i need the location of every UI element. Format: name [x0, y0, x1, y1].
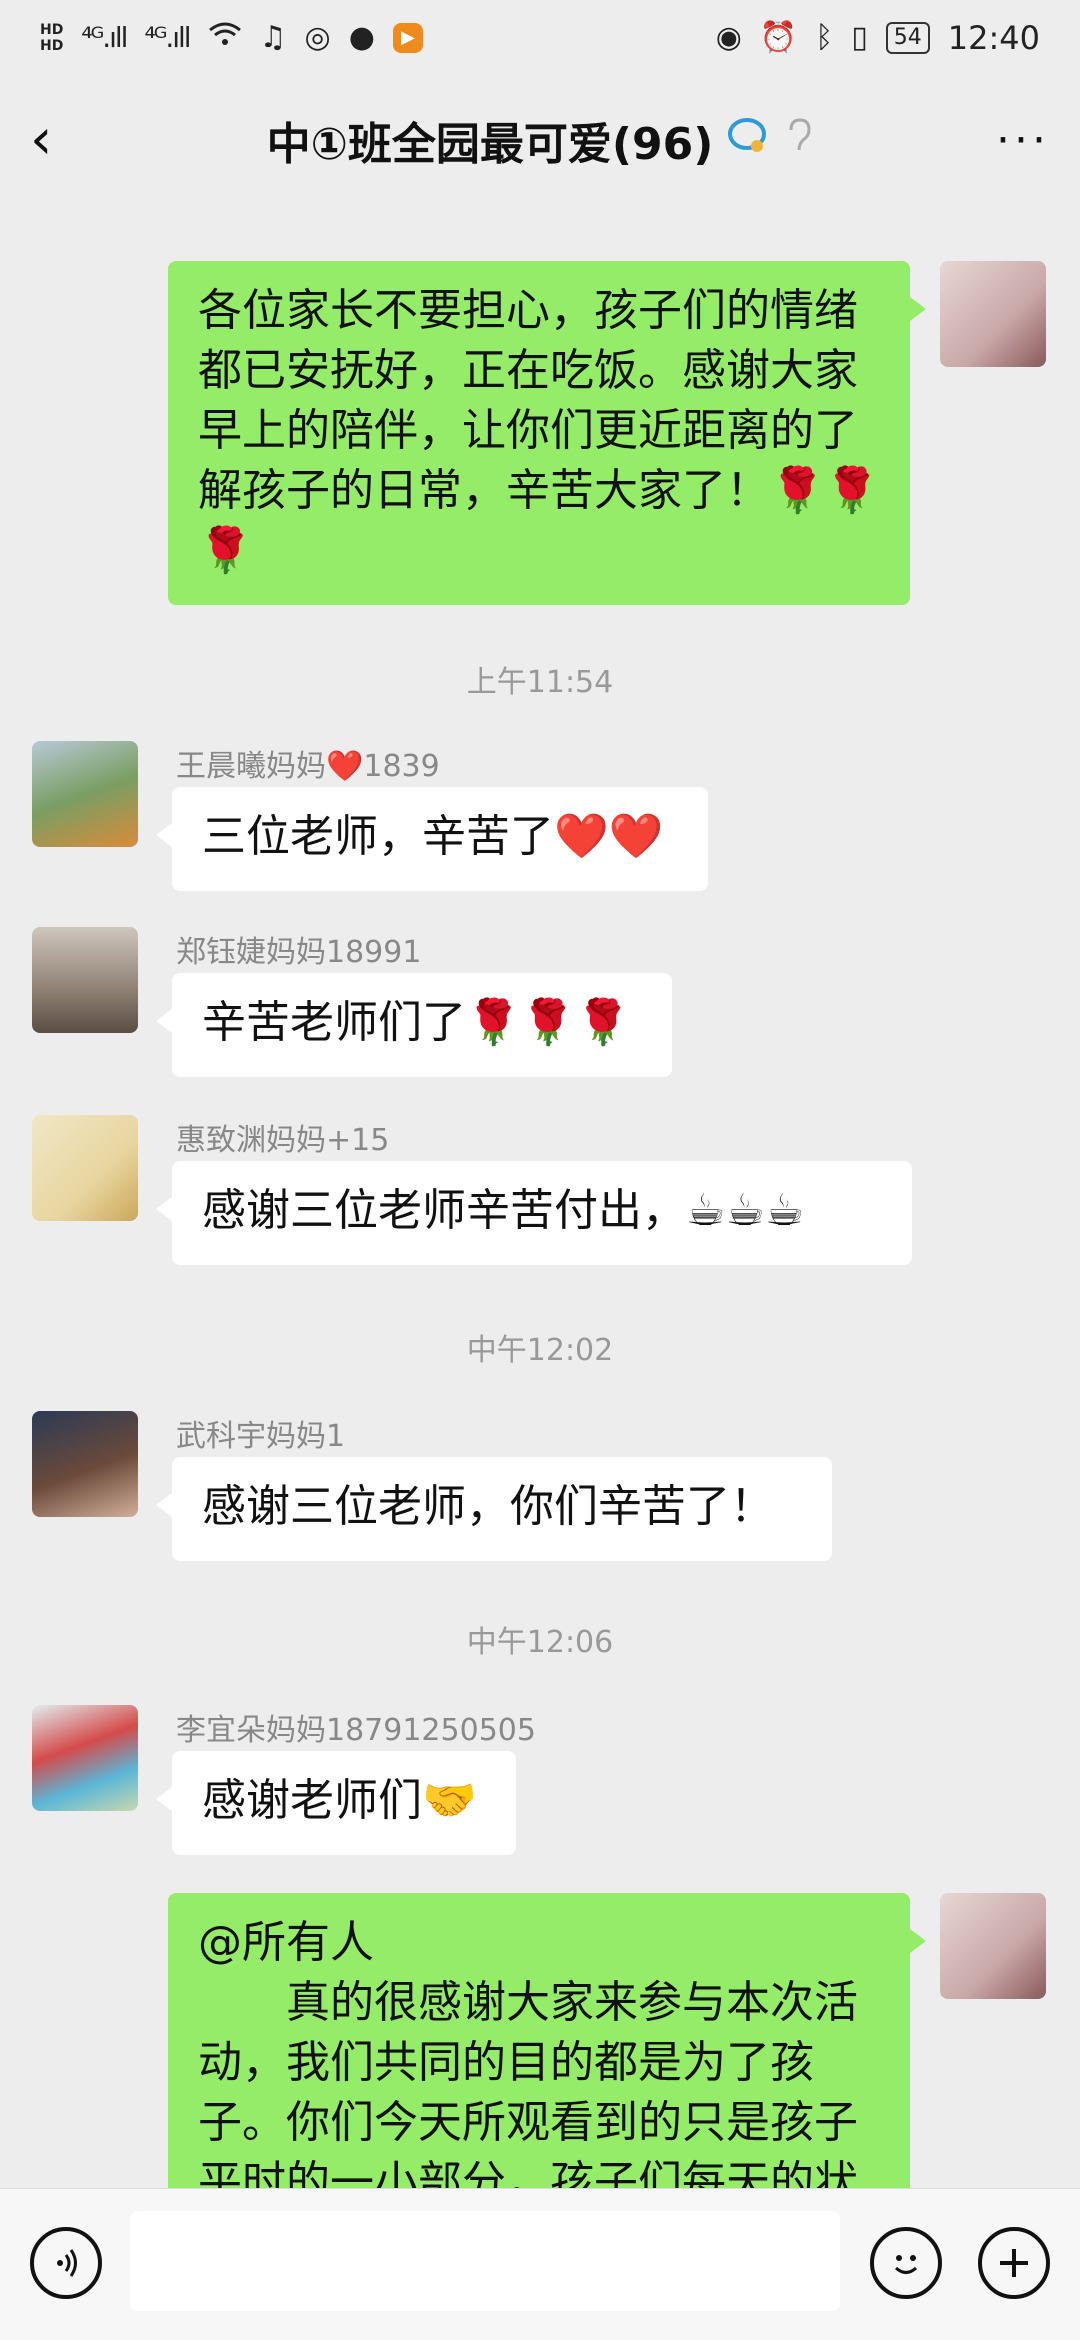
status-right: ◉ ⏰ ᛒ ▯ 54 12:40 [716, 19, 1040, 57]
message-text: 三位老师，辛苦了❤️❤️ [202, 811, 664, 862]
signal-1-icon: ⁴ᴳ.ıll [81, 21, 128, 54]
app-notification-icon: ▶ [392, 22, 423, 53]
timestamp: 中午12:06 [466, 1625, 614, 1660]
message-input[interactable] [130, 2211, 840, 2311]
battery-level: 54 [885, 21, 930, 54]
sender-name: 李宜朵妈妈18791250505 [176, 1713, 536, 1748]
avatar-sender[interactable] [32, 741, 138, 847]
hd-label-1: HD [40, 21, 64, 38]
message-text: 各位家长不要担心，孩子们的情绪都已安抚好，正在吃饭。感谢大家早上的陪伴，让你们更… [198, 285, 880, 576]
avatar-sender[interactable] [32, 927, 138, 1033]
status-left: HD HD ⁴ᴳ.ıll ⁴ᴳ.ıll ♫ ◎ ● ▶ [40, 20, 423, 56]
hotspot-icon: ◎ [304, 20, 331, 55]
message-bubble-other[interactable]: 三位老师，辛苦了❤️❤️ [156, 787, 708, 891]
chat-header: ‹ 中①班全园最可爱(96) ··· [0, 75, 1080, 205]
input-bar [0, 2188, 1080, 2340]
avatar-self[interactable] [940, 1893, 1046, 1999]
message-text: 感谢三位老师辛苦付出，☕☕☕ [202, 1185, 805, 1236]
voice-icon[interactable] [30, 2227, 102, 2299]
message-text: 感谢老师们🤝 [202, 1775, 477, 1826]
message-icon: ● [348, 20, 375, 55]
message-bubble-other[interactable]: 辛苦老师们了🌹🌹🌹 [156, 973, 672, 1077]
avatar-sender[interactable] [32, 1411, 138, 1517]
group-chat-icon [727, 116, 769, 165]
hd-indicator: HD HD [40, 22, 63, 54]
signal-2-icon: ⁴ᴳ.ıll [144, 21, 191, 54]
sender-name: 惠致渊妈妈+15 [176, 1123, 390, 1158]
sender-name: 王晨曦妈妈❤️1839 [176, 749, 440, 784]
vibrate-icon: ▯ [851, 20, 868, 55]
message-list[interactable]: 各位家长不要担心，孩子们的情绪都已安抚好，正在吃饭。感谢大家早上的陪伴，让你们更… [0, 205, 1080, 2205]
status-bar: HD HD ⁴ᴳ.ıll ⁴ᴳ.ıll ♫ ◎ ● ▶ ◉ ⏰ ᛒ ▯ 54 1… [0, 0, 1080, 75]
message-text: 辛苦老师们了🌹🌹🌹 [202, 997, 631, 1048]
message-bubble-other[interactable]: 感谢三位老师辛苦付出，☕☕☕ [156, 1161, 912, 1265]
message-text: 感谢三位老师，你们辛苦了！ [202, 1481, 774, 1532]
avatar-sender[interactable] [32, 1705, 138, 1811]
sender-name: 郑钰婕妈妈18991 [176, 935, 422, 970]
title-group: 中①班全园最可爱(96) [0, 75, 1080, 205]
sender-name: 武科宇妈妈1 [176, 1419, 346, 1454]
avatar-sender[interactable] [32, 1115, 138, 1221]
message-bubble-self[interactable]: @所有人 真的很感谢大家来参与本次活动，我们共同的目的都是为了孩子。你们今天所观… [168, 1893, 926, 2205]
message-text: 真的很感谢大家来参与本次活动，我们共同的目的都是为了孩子。你们今天所观看到的只是… [198, 1977, 858, 2205]
timestamp: 上午11:54 [466, 665, 614, 700]
bluetooth-icon: ᛒ [815, 20, 834, 55]
message-bubble-other[interactable]: 感谢老师们🤝 [156, 1751, 516, 1855]
avatar-self[interactable] [940, 261, 1046, 367]
mention-all: @所有人 [198, 1917, 374, 1968]
music-icon: ♫ [259, 20, 287, 55]
emoji-icon[interactable] [870, 2227, 942, 2299]
message-bubble-self[interactable]: 各位家长不要担心，孩子们的情绪都已安抚好，正在吃饭。感谢大家早上的陪伴，让你们更… [168, 261, 926, 605]
plus-icon[interactable] [978, 2227, 1050, 2299]
message-bubble-other[interactable]: 感谢三位老师，你们辛苦了！ [156, 1457, 832, 1561]
more-options-button[interactable]: ··· [996, 115, 1050, 166]
eye-icon: ◉ [715, 20, 742, 55]
chat-title: 中①班全园最可爱(96) [266, 119, 714, 170]
timestamp: 中午12:02 [466, 1333, 614, 1368]
clock: 12:40 [947, 18, 1040, 57]
chat-screen: HD HD ⁴ᴳ.ıll ⁴ᴳ.ıll ♫ ◎ ● ▶ ◉ ⏰ ᛒ ▯ 54 1… [0, 0, 1080, 2340]
wifi-icon [208, 20, 242, 56]
earpiece-mode-icon [783, 116, 813, 165]
hd-label-2: HD [40, 37, 64, 54]
alarm-icon: ⏰ [759, 20, 798, 55]
